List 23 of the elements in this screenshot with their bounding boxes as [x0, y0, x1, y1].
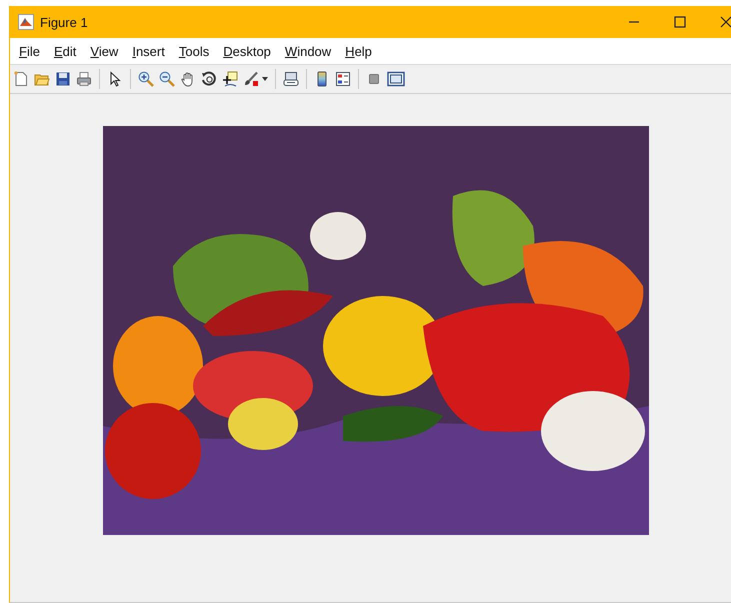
- menu-item[interactable]: File: [19, 44, 40, 58]
- menu-item[interactable]: Insert: [132, 44, 165, 58]
- zoom-out-icon[interactable]: [159, 71, 175, 87]
- panel-icon[interactable]: [387, 71, 405, 87]
- menu-item[interactable]: Help: [345, 44, 372, 58]
- app-icon: [18, 14, 34, 30]
- menu-item[interactable]: View: [90, 44, 118, 58]
- menu-item[interactable]: Window: [284, 44, 332, 58]
- save-icon[interactable]: [55, 71, 71, 87]
- square-icon[interactable]: [366, 71, 382, 87]
- menu-item[interactable]: Tools: [178, 44, 210, 58]
- menu-item[interactable]: Edit: [54, 44, 76, 58]
- menu-item[interactable]: Desktop: [223, 44, 271, 58]
- window-title: Figure 1: [40, 14, 88, 30]
- caret-icon[interactable]: [262, 76, 268, 82]
- brush-icon[interactable]: [243, 71, 259, 87]
- maximize-icon[interactable]: [674, 16, 686, 28]
- rotate-icon[interactable]: [201, 71, 217, 87]
- close-icon[interactable]: [720, 16, 731, 28]
- zoom-in-icon[interactable]: [138, 71, 154, 87]
- new-file-icon[interactable]: [13, 71, 29, 87]
- printer-icon[interactable]: [76, 71, 92, 87]
- legend-icon[interactable]: [335, 71, 351, 87]
